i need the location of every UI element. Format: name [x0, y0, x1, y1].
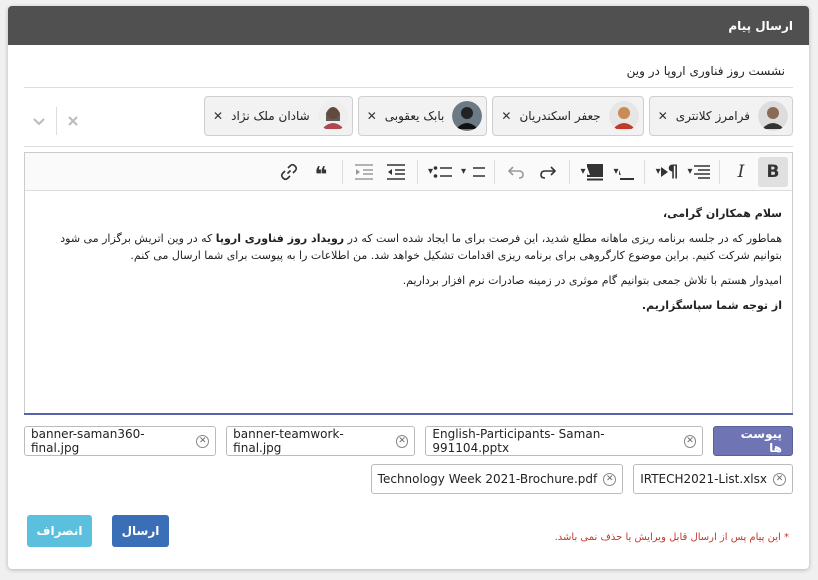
align-icon[interactable]: ▾: [683, 157, 713, 187]
divider: [56, 107, 57, 135]
recipients-field[interactable]: فرامرز کلانتری ✕ جعفر اسکندریان ✕ بابک ی…: [24, 95, 793, 137]
blockquote-icon[interactable]: ❝: [306, 157, 336, 187]
remove-recipient-icon[interactable]: ✕: [367, 109, 377, 123]
avatar: [452, 101, 483, 131]
subject-field[interactable]: نشست روز فناوری اروپا در وین: [32, 56, 785, 86]
avatar: [758, 101, 788, 131]
paragraph-direction-icon[interactable]: ¶ ▾: [651, 157, 681, 187]
attachment-file: ✕ banner-teamwork-final.jpg: [226, 426, 416, 456]
numbered-list-icon[interactable]: 12▾: [457, 157, 488, 187]
attachment-name: banner-saman360-final.jpg: [31, 427, 145, 455]
avatar: [317, 101, 348, 131]
remove-attachment-icon[interactable]: ✕: [395, 434, 409, 448]
svg-text:A: A: [619, 163, 621, 179]
bold-icon[interactable]: B: [758, 156, 788, 187]
remove-recipient-icon[interactable]: ✕: [501, 109, 511, 123]
remove-attachment-icon[interactable]: ✕: [196, 434, 210, 448]
toolbar-divider: [569, 159, 570, 184]
attachment-file: ✕ IRTECH2021-List.xlsx: [633, 464, 793, 494]
closing-text: از توجه شما سپاسگزاریم.: [641, 299, 782, 312]
attachments-row: پیوست ها ✕ English-Participants- Saman-9…: [24, 426, 793, 456]
toolbar-divider: [341, 159, 343, 184]
cancel-button[interactable]: انصراف: [27, 515, 92, 547]
remove-attachment-icon[interactable]: ✕: [603, 472, 617, 486]
remove-recipient-icon[interactable]: ✕: [213, 109, 223, 123]
toolbar-divider: [644, 159, 645, 184]
attachments-section: پیوست ها ✕ English-Participants- Saman-9…: [24, 426, 793, 502]
svg-text:A: A: [586, 164, 591, 178]
editor-toolbar: B I ▾ ¶▾ A▾ A▾ 12: [25, 153, 792, 191]
chevron-down-icon[interactable]: [32, 112, 46, 131]
dialog-header: ارسال پیام: [8, 6, 809, 45]
editor-content[interactable]: سلام همکاران گرامی، هماطور که در جلسه بر…: [25, 191, 792, 332]
link-icon[interactable]: [274, 157, 304, 187]
attachment-name: Technology Week 2021-Brochure.pdf: [377, 472, 598, 486]
attachment-file: ✕ English-Participants- Saman-991104.ppt…: [425, 426, 704, 456]
attachment-file: ✕ banner-saman360-final.jpg: [24, 426, 217, 456]
background-color-icon[interactable]: A▾: [576, 157, 606, 187]
recipient-chip: شادان ملک نژاد ✕: [204, 96, 353, 136]
send-button[interactable]: ارسال: [112, 515, 169, 547]
outdent-icon[interactable]: [381, 157, 411, 187]
italic-icon[interactable]: I: [726, 157, 756, 187]
attachments-button-label: پیوست ها: [740, 427, 782, 455]
body-paragraph: هماطور که در جلسه برنامه ریزی ماهانه مطل…: [35, 230, 782, 264]
body-paragraph: امیدوار هستم با تلاش جمعی بتوانیم گام مو…: [402, 274, 782, 287]
recipient-chip: جعفر اسکندریان ✕: [492, 96, 644, 136]
attachment-name: English-Participants- Saman-991104.pptx: [432, 427, 605, 455]
toolbar-divider: [719, 159, 720, 184]
send-message-dialog: ارسال پیام نشست روز فناوری اروپا در وین …: [8, 6, 809, 569]
font-color-icon[interactable]: A▾: [608, 157, 638, 187]
recipient-chip: فرامرز کلانتری ✕: [648, 96, 793, 136]
greeting-text: سلام همکاران گرامی،: [662, 207, 782, 220]
body-bold-text: رویداد روز فناوری اروپا: [215, 232, 345, 245]
attachment-file: ✕ Technology Week 2021-Brochure.pdf: [370, 464, 624, 494]
divider: [24, 146, 793, 147]
subject-text: نشست روز فناوری اروپا در وین: [626, 64, 785, 78]
attachments-row: ✕ IRTECH2021-List.xlsx ✕ Technology Week…: [24, 464, 793, 494]
dialog-title: ارسال پیام: [728, 18, 793, 33]
editor-focus-line: [24, 413, 793, 415]
body-text: هماطور که در جلسه برنامه ریزی ماهانه مطل…: [344, 232, 782, 245]
recipient-name: جعفر اسکندریان: [519, 109, 601, 123]
divider: [24, 87, 793, 88]
toolbar-divider: [494, 159, 495, 184]
bulleted-list-icon[interactable]: ▾: [424, 157, 455, 187]
undo-icon[interactable]: [501, 157, 531, 187]
toolbar-divider: [416, 159, 418, 184]
rich-text-editor: B I ▾ ¶▾ A▾ A▾ 12: [24, 152, 793, 415]
recipient-name: فرامرز کلانتری: [675, 109, 750, 123]
recipient-name: شادان ملک نژاد: [231, 109, 310, 123]
recipient-chip: بابک یعقوبی ✕: [357, 96, 488, 136]
recipient-controls: [32, 106, 79, 136]
attachment-name: IRTECH2021-List.xlsx: [640, 472, 767, 486]
remove-recipient-icon[interactable]: ✕: [658, 109, 668, 123]
clear-all-icon[interactable]: [67, 112, 79, 131]
remove-attachment-icon[interactable]: ✕: [683, 434, 697, 448]
redo-icon[interactable]: [533, 157, 563, 187]
indent-icon[interactable]: [349, 157, 379, 187]
recipient-name: بابک یعقوبی: [384, 109, 445, 123]
attachments-button[interactable]: پیوست ها: [713, 426, 793, 456]
avatar: [608, 101, 639, 131]
warning-note: * این پیام پس از ارسال قابل ویرایش یا حذ…: [554, 532, 789, 543]
remove-attachment-icon[interactable]: ✕: [773, 472, 786, 486]
attachment-name: banner-teamwork-final.jpg: [233, 427, 344, 455]
